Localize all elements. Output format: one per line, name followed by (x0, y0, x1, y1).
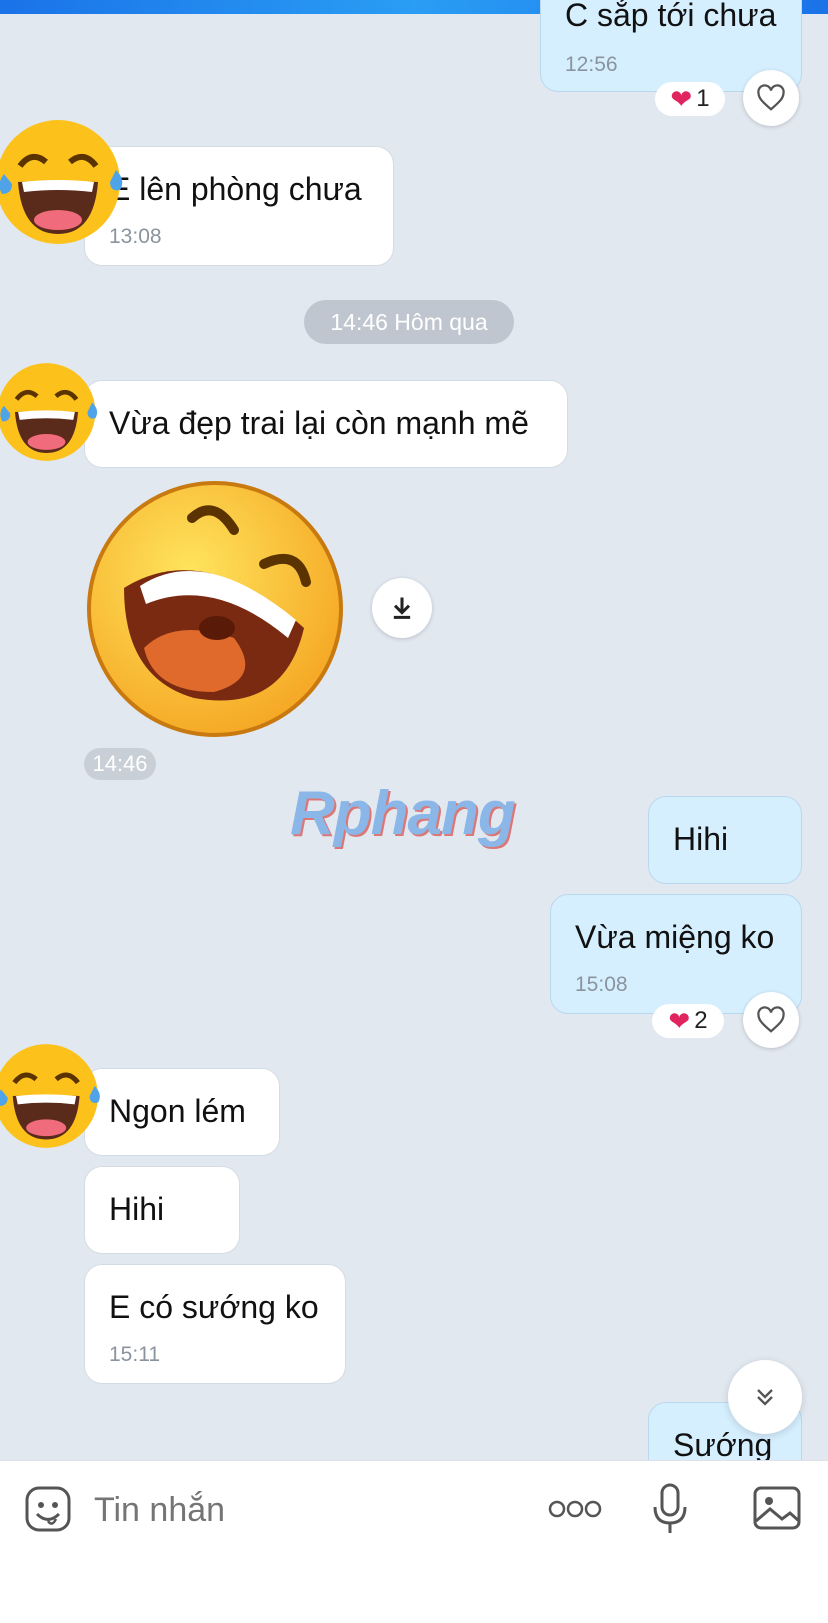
date-separator: 14:46 Hôm qua (304, 300, 514, 344)
incoming-message[interactable]: E có sướng ko 15:11 (84, 1264, 346, 1384)
message-text: E có sướng ko (109, 1289, 319, 1325)
heart-react-button[interactable] (743, 992, 799, 1048)
message-text: C sắp tới chưa (565, 0, 777, 33)
more-icon[interactable] (548, 1497, 602, 1521)
scroll-down-icon (757, 1389, 773, 1406)
avatar-laughing-emoji[interactable] (0, 1036, 108, 1156)
download-button[interactable] (372, 578, 432, 638)
message-time: 15:11 (109, 1343, 160, 1366)
message-text: Vừa đẹp trai lại còn mạnh mẽ (109, 405, 529, 441)
heart-icon (757, 1006, 785, 1033)
heart-reaction-icon: ❤ (670, 83, 693, 114)
message-time: 15:08 (575, 973, 628, 996)
heart-react-button[interactable] (743, 70, 799, 126)
incoming-message[interactable]: Ngon lém (84, 1068, 280, 1156)
message-time: 12:56 (565, 53, 618, 76)
reaction-badge[interactable]: ❤ 2 (652, 1004, 724, 1038)
sticker-icon[interactable] (24, 1485, 72, 1533)
microphone-icon[interactable] (652, 1483, 688, 1535)
message-text: Hihi (673, 821, 729, 857)
message-text: E lên phòng chưa (109, 171, 362, 207)
watermark: Rphang (290, 779, 516, 848)
scroll-down-button[interactable] (728, 1360, 802, 1434)
reaction-badge[interactable]: ❤ 1 (655, 82, 725, 116)
heart-icon (757, 84, 785, 111)
laughing-sticker[interactable] (84, 478, 346, 740)
message-input[interactable] (92, 1481, 516, 1539)
incoming-message[interactable]: Hihi (84, 1166, 240, 1254)
reaction-count: 1 (696, 85, 710, 112)
message-text: Hihi (109, 1191, 165, 1227)
heart-reaction-icon: ❤ (668, 1005, 691, 1036)
avatar-laughing-emoji[interactable] (0, 360, 106, 464)
image-icon[interactable] (752, 1485, 802, 1531)
message-composer (0, 1460, 828, 1623)
reaction-count: 2 (694, 1007, 708, 1034)
outgoing-message[interactable]: Hihi (648, 796, 802, 884)
sticker-time: 14:46 (84, 748, 156, 780)
message-text: Vừa miệng ko (575, 919, 775, 955)
incoming-message[interactable]: Vừa đẹp trai lại còn mạnh mẽ (84, 380, 568, 468)
message-text: Ngon lém (109, 1093, 246, 1129)
avatar-laughing-emoji[interactable] (0, 116, 132, 248)
download-icon (393, 597, 411, 619)
